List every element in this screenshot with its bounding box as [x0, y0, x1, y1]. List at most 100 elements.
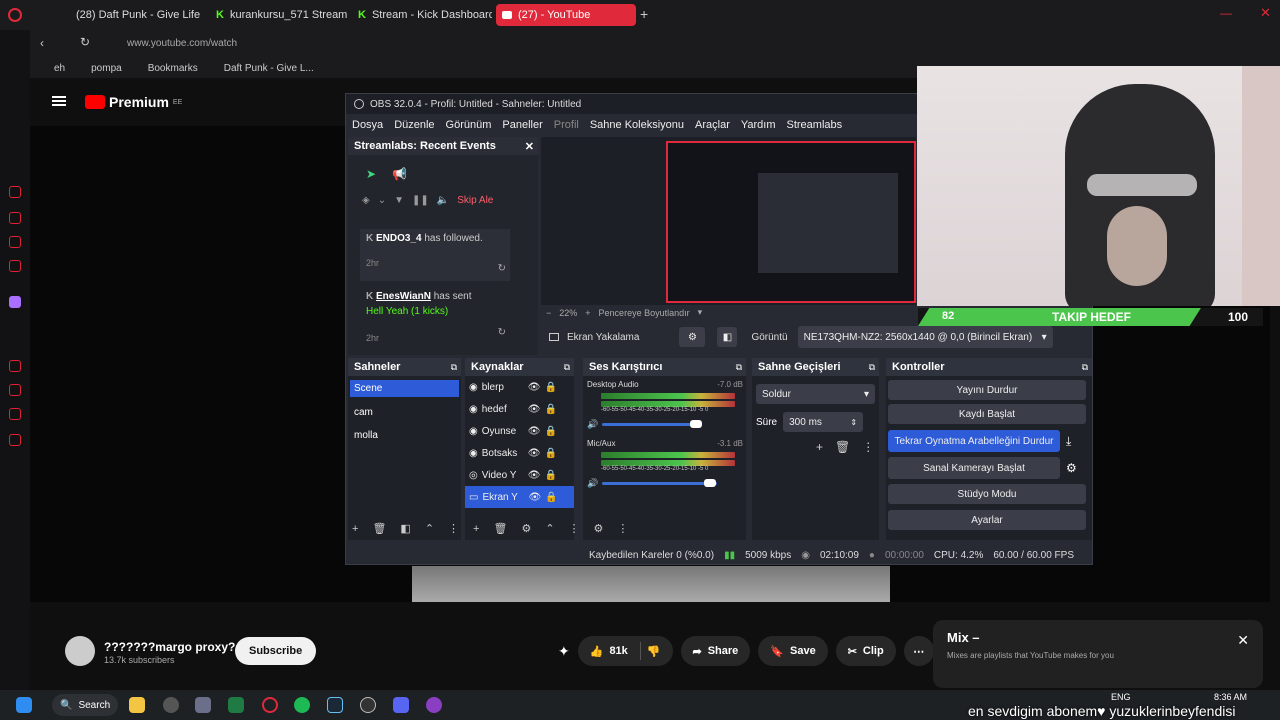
source-item[interactable]: ▭ Ekran Y 👁 🔒 [465, 486, 574, 508]
opera-icon[interactable] [262, 697, 278, 713]
pause-icon[interactable]: ❚❚ [412, 195, 429, 206]
undock-icon[interactable]: ⧉ [564, 362, 570, 373]
mixer-settings-icon[interactable]: ⚙ [594, 522, 604, 535]
obs-icon[interactable] [360, 697, 376, 713]
lock-icon[interactable]: 🔒 [544, 470, 556, 481]
more-icon[interactable]: ⋮ [448, 522, 459, 535]
lock-icon[interactable]: 🔒 [544, 426, 556, 437]
sidebar-app-icon[interactable] [9, 212, 21, 224]
skip-alert-button[interactable]: Skip Ale [457, 195, 493, 206]
eye-icon[interactable]: 👁 [528, 426, 541, 437]
undock-icon[interactable]: ⧉ [869, 362, 875, 373]
new-tab-button[interactable]: + [640, 6, 648, 22]
save-button[interactable]: 🔖 Save [758, 636, 828, 666]
sidebar-app-icon[interactable] [9, 360, 21, 372]
taskbar-search[interactable]: 🔍 Search [52, 694, 118, 716]
trash-icon[interactable]: 🗑 [835, 440, 850, 454]
close-icon[interactable]: ✕ [525, 140, 534, 153]
chevron-up-icon[interactable]: ⌃ [545, 522, 554, 535]
lock-icon[interactable]: 🔒 [544, 382, 556, 393]
source-filters-button[interactable]: ◧ [717, 327, 738, 347]
file-explorer-icon[interactable] [129, 697, 145, 713]
settings-button[interactable]: Ayarlar [888, 510, 1086, 530]
replay-icon[interactable]: ↻ [498, 263, 506, 274]
shield-icon[interactable]: ◈ [362, 195, 370, 206]
app-icon[interactable] [195, 697, 211, 713]
source-item[interactable]: ◉ hedef 👁 🔒 [465, 398, 574, 420]
undock-icon[interactable]: ⧉ [1082, 362, 1088, 373]
like-button[interactable]: 👍 81k 👎 [577, 636, 673, 666]
trash-icon[interactable]: 🗑 [372, 522, 386, 535]
sidebar-app-icon[interactable] [9, 186, 21, 198]
close-icon[interactable]: ✕ [1237, 632, 1249, 649]
bookmark-folder[interactable]: Bookmarks [148, 63, 198, 74]
eye-icon[interactable]: 👁 [528, 404, 541, 415]
bookmark-pompa[interactable]: pompa [91, 63, 122, 74]
tab-kick-dashboard[interactable]: K Stream - Kick Dashboard [352, 4, 492, 26]
sidebar-app-icon[interactable] [9, 236, 21, 248]
menu-yardim[interactable]: Yardım [741, 119, 776, 131]
slider-knob[interactable] [690, 420, 703, 428]
speaker-icon[interactable]: 🔊 [587, 478, 598, 489]
thumbs-down-icon[interactable]: 👎 [647, 645, 661, 658]
app-icon[interactable] [163, 697, 179, 713]
menu-icon[interactable] [52, 96, 66, 106]
source-properties-button[interactable]: ⚙ [679, 327, 706, 347]
scene-item[interactable]: Scene [350, 380, 459, 397]
discord-icon[interactable] [393, 697, 409, 713]
menu-streamlabs[interactable]: Streamlabs [787, 119, 843, 131]
eye-icon[interactable]: 👁 [528, 470, 541, 481]
steam-icon[interactable] [327, 697, 343, 713]
tab-youtube[interactable]: (27) - YouTube [496, 4, 636, 26]
eye-icon[interactable]: 👁 [528, 492, 541, 503]
eye-icon[interactable]: 👁 [528, 382, 541, 393]
stop-stream-button[interactable]: Yayını Durdur [888, 380, 1086, 400]
add-icon[interactable]: + [473, 523, 479, 535]
source-item[interactable]: ◉ blerp 👁 🔒 [465, 376, 574, 398]
stepper-icon[interactable]: ⇕ [850, 418, 857, 427]
undock-icon[interactable]: ⧉ [451, 362, 457, 373]
sidebar-app-icon[interactable] [9, 260, 21, 272]
minimize-button[interactable]: — [1220, 6, 1232, 20]
lock-icon[interactable]: 🔒 [545, 492, 557, 503]
sidebar-app-icon[interactable] [9, 408, 21, 420]
source-item[interactable]: ◎ Video Y 👁 🔒 [465, 464, 574, 486]
back-icon[interactable]: ‹ [40, 36, 44, 50]
source-item[interactable]: ◉ Botsaks 👁 🔒 [465, 442, 574, 464]
fit-window-button[interactable]: Pencereye Boyutlandır [599, 308, 690, 318]
settings-icon[interactable] [9, 434, 21, 446]
download-icon[interactable]: ⤓ [1066, 434, 1071, 449]
lock-icon[interactable]: 🔒 [544, 448, 556, 459]
menu-dosya[interactable]: Dosya [352, 119, 383, 131]
filter-icon[interactable]: ◧ [400, 522, 410, 535]
volume-icon[interactable]: 🔈 [437, 195, 449, 206]
bookmark-eh[interactable]: eh [54, 63, 65, 74]
scene-item[interactable]: cam [348, 401, 461, 424]
tab-kurankursu[interactable]: Kkurankursu_571 Stream - [210, 4, 350, 26]
spotify-icon[interactable] [294, 697, 310, 713]
scene-item[interactable]: molla [348, 424, 461, 447]
more-icon[interactable]: ⋮ [862, 440, 874, 454]
add-icon[interactable]: + [816, 440, 823, 454]
studio-mode-button[interactable]: Stüdyo Modu [888, 484, 1086, 504]
sidebar-app-icon[interactable] [9, 384, 21, 396]
lock-icon[interactable]: 🔒 [544, 404, 556, 415]
opera-logo-icon[interactable] [8, 8, 22, 22]
menu-sahne-koleksiyonu[interactable]: Sahne Koleksiyonu [590, 119, 684, 131]
excel-icon[interactable] [228, 697, 244, 713]
filter-icon[interactable]: ▼ [394, 195, 404, 206]
chevron-up-icon[interactable]: ⌃ [425, 522, 434, 535]
duration-field[interactable]: 300 ms ⇕ [783, 412, 864, 432]
channel-name[interactable]: ???????margo proxy? [104, 640, 235, 654]
display-select[interactable]: NE173QHM-NZ2: 2560x1440 @ 0,0 (Birincil … [797, 326, 1053, 348]
close-window-button[interactable]: ✕ [1260, 5, 1271, 21]
obs-preview[interactable] [541, 137, 916, 305]
menu-paneller[interactable]: Paneller [502, 119, 542, 131]
more-actions-button[interactable]: ⋯ [903, 636, 934, 666]
menu-araclar[interactable]: Araçlar [695, 119, 730, 131]
zoom-in-icon[interactable]: + [585, 308, 590, 318]
bookmark-daft-punk[interactable]: Daft Punk - Give L... [224, 63, 314, 74]
menu-gorunum[interactable]: Görünüm [446, 119, 492, 131]
youtube-logo[interactable]: Premium EE [85, 94, 182, 110]
megaphone-icon[interactable]: 📢 [392, 167, 407, 181]
